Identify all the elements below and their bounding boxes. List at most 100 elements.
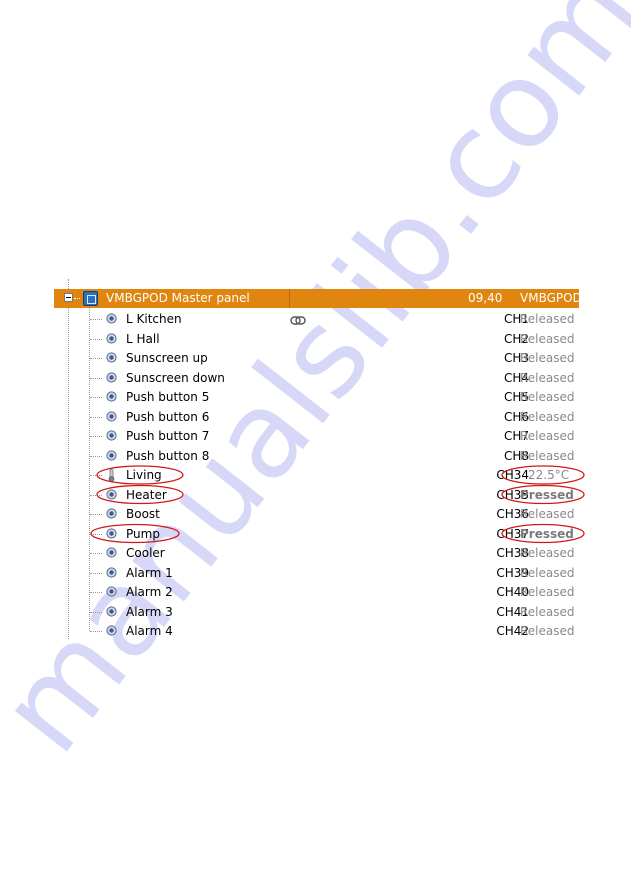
channel-number: CH37 [496, 526, 529, 541]
channel-status: Released [520, 351, 575, 365]
pushbutton-icon [106, 527, 117, 539]
pushbutton-icon [106, 566, 117, 578]
channel-number: CH3 [503, 351, 529, 365]
pushbutton-icon [106, 605, 117, 617]
channel-status: Pressed [520, 487, 574, 502]
tree-connector [90, 631, 102, 632]
channel-row[interactable]: L Hall CH2 Released [54, 329, 579, 349]
channel-number: CH2 [503, 331, 529, 346]
tree-connector [74, 298, 80, 299]
channel-status: Released [520, 604, 575, 619]
channel-number: CH41 [496, 604, 529, 619]
tree-connector [90, 592, 102, 593]
channel-row[interactable]: Sunscreen down CH4 Released [54, 368, 579, 388]
channel-row[interactable]: Heater CH35 Pressed [54, 485, 579, 505]
channel-row[interactable]: Living CH34 22.5°C [54, 465, 579, 485]
channel-number: CH40 [496, 585, 529, 599]
channel-number: CH8 [503, 448, 529, 463]
channel-number: CH4 [503, 370, 529, 385]
channel-status: 22.5°C [528, 468, 570, 482]
module-type: VMBGPOD [520, 291, 582, 305]
pushbutton-icon [106, 391, 117, 402]
channel-number: CH6 [503, 409, 529, 424]
tree-connector [90, 358, 102, 359]
pushbutton-icon [106, 332, 117, 344]
channel-status: Released [520, 429, 575, 443]
channel-row[interactable]: Alarm 2 CH40 Released [54, 582, 579, 602]
tree-connector [90, 533, 102, 535]
channel-row[interactable]: Push button 5 CH5 Released [54, 387, 579, 407]
channel-status: Released [520, 390, 575, 404]
channel-number: CH1 [503, 312, 529, 326]
channel-name: Alarm 1 [126, 565, 173, 580]
channel-row[interactable]: Cooler CH38 Released [54, 543, 579, 563]
tree-connector [90, 475, 102, 476]
channel-row[interactable]: Alarm 1 CH39 Released [54, 563, 579, 583]
module-title: VMBGPOD Master panel [106, 291, 250, 305]
channel-name: Sunscreen up [126, 351, 208, 365]
channel-status: Released [520, 624, 575, 638]
pushbutton-icon [106, 586, 117, 597]
channel-row[interactable]: Boost CH36 Released [54, 504, 579, 524]
channel-name: Push button 7 [126, 429, 210, 443]
tree-connector [90, 514, 102, 515]
channel-row[interactable]: Alarm 3 CH41 Released [54, 602, 579, 622]
channel-name: Alarm 2 [126, 585, 173, 599]
channel-status: Released [520, 507, 575, 521]
channel-row[interactable]: Push button 6 CH6 Released [54, 407, 579, 427]
channel-name: Push button 8 [126, 448, 210, 463]
tree-connector [90, 338, 102, 340]
pushbutton-icon [106, 352, 117, 363]
tree-connector [90, 416, 102, 418]
channel-name: L Kitchen [126, 312, 182, 326]
module-icon [83, 291, 98, 306]
tree-connector [90, 319, 102, 320]
channel-status: Released [520, 585, 575, 599]
channel-number: CH38 [496, 546, 529, 560]
channel-number: CH5 [503, 390, 529, 404]
pushbutton-icon [106, 449, 117, 461]
tree-connector [90, 611, 102, 613]
channel-status: Pressed [520, 526, 574, 541]
collapse-icon[interactable] [64, 293, 73, 302]
pushbutton-icon [106, 410, 117, 422]
pushbutton-icon [106, 508, 117, 519]
link-icon [290, 314, 306, 328]
channel-status: Released [520, 370, 575, 385]
channel-name: Living [126, 468, 162, 482]
channel-status: Released [520, 565, 575, 580]
pushbutton-icon [106, 488, 117, 500]
thermometer-icon [106, 469, 117, 482]
tree-connector [90, 397, 102, 398]
tree-connector [90, 572, 102, 574]
pushbutton-icon [106, 625, 117, 636]
tree-connector [90, 553, 102, 554]
channel-number: CH36 [496, 507, 529, 521]
channel-name: Heater [126, 487, 167, 502]
pushbutton-icon [106, 547, 117, 558]
channel-row[interactable]: Pump CH37 Pressed [54, 524, 579, 544]
tree-connector [90, 377, 102, 379]
channel-number: CH39 [496, 565, 529, 580]
channel-name: L Hall [126, 331, 160, 346]
channel-number: CH42 [496, 624, 529, 638]
channel-status: Released [520, 409, 575, 424]
channel-status: Released [520, 546, 575, 560]
channel-name: Push button 6 [126, 409, 210, 424]
channel-name: Alarm 4 [126, 624, 173, 638]
channel-row[interactable]: Sunscreen up CH3 Released [54, 348, 579, 368]
channel-name: Sunscreen down [126, 370, 225, 385]
channel-name: Pump [126, 526, 160, 541]
channel-name: Alarm 3 [126, 604, 173, 619]
column-divider[interactable] [289, 289, 290, 308]
tree-connector [90, 494, 102, 496]
channel-row[interactable]: Alarm 4 CH42 Released [54, 621, 579, 641]
pushbutton-icon [106, 430, 117, 441]
module-address: 09,40 [468, 291, 503, 305]
module-header-row[interactable]: VMBGPOD Master panel 09,40 VMBGPOD [54, 289, 582, 308]
channel-row[interactable]: L Kitchen CH1 Released [54, 309, 579, 329]
channel-number: CH7 [503, 429, 529, 443]
tree-connector [90, 436, 102, 437]
channel-row[interactable]: Push button 7 CH7 Released [54, 426, 579, 446]
channel-row[interactable]: Push button 8 CH8 Released [54, 446, 579, 466]
